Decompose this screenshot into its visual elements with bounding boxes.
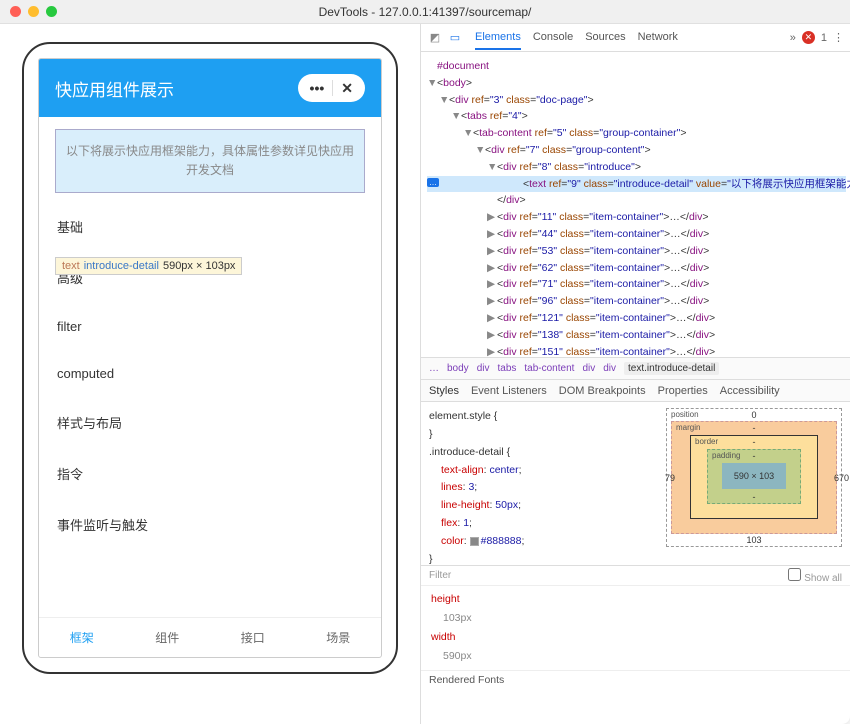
breadcrumb-item[interactable]: body (447, 363, 469, 374)
footer-tab[interactable]: 组件 (125, 618, 211, 657)
styles-tab-bar[interactable]: Styles Event Listeners DOM Breakpoints Prop… (421, 380, 850, 402)
breadcrumb-item[interactable]: div (603, 363, 616, 374)
list-item[interactable]: 样式与布局 (39, 397, 381, 448)
breadcrumb-item[interactable]: text.introduce-detail (624, 362, 719, 375)
settings-icon[interactable]: ⋮ (833, 31, 844, 44)
device-frame: 快应用组件展示 ••• ✕ 以下将展示快应用框架能力，具体属性参数详见快应用开发… (22, 42, 398, 674)
devtools-tab[interactable]: Network (638, 31, 678, 44)
devtools-toolbar: ◩ ▭ ElementsConsoleSourcesNetwork » ✕ 1 … (421, 24, 850, 52)
styles-tab[interactable]: Accessibility (720, 385, 780, 397)
footer-tab[interactable]: 接口 (210, 618, 296, 657)
list-item[interactable]: 基础 (39, 201, 381, 252)
footer-tab-bar: 框架组件接口场景 (39, 617, 381, 657)
window-title: DevTools - 127.0.0.1:41397/sourcemap/ (0, 5, 850, 19)
list-item[interactable]: 事件监听与触发 (39, 499, 381, 550)
styles-tab[interactable]: Properties (658, 385, 708, 397)
devtools-tab[interactable]: Console (533, 31, 573, 44)
introduce-detail-text: 以下将展示快应用框架能力，具体属性参数详见快应用开发文档 (55, 129, 365, 193)
inspect-tooltip: textintroduce-detail 590px × 103px (55, 257, 242, 275)
close-button[interactable]: ✕ (333, 80, 361, 97)
inspect-icon[interactable]: ◩ (427, 31, 443, 44)
more-tabs-icon[interactable]: » (790, 32, 796, 44)
devtools-tab[interactable]: Elements (475, 31, 521, 50)
filter-label[interactable]: Filter (429, 570, 451, 581)
more-button[interactable]: ••• (302, 80, 333, 96)
breadcrumb-item[interactable]: div (477, 363, 490, 374)
styles-tab[interactable]: DOM Breakpoints (559, 385, 646, 397)
breadcrumb-item[interactable]: tab-content (524, 363, 574, 374)
list-item[interactable]: filter (39, 303, 381, 350)
breadcrumb-bar[interactable]: …bodydivtabstab-contentdivdivtext.introd… (421, 358, 850, 380)
footer-tab[interactable]: 场景 (296, 618, 382, 657)
list-item[interactable]: 指令 (39, 448, 381, 499)
device-preview-pane: 快应用组件展示 ••• ✕ 以下将展示快应用框架能力，具体属性参数详见快应用开发… (0, 24, 420, 724)
styles-tab[interactable]: Event Listeners (471, 385, 547, 397)
rendered-fonts-label: Rendered Fonts (421, 670, 850, 689)
breadcrumb-item[interactable]: tabs (497, 363, 516, 374)
styles-tab[interactable]: Styles (429, 385, 459, 397)
breadcrumb-item[interactable]: … (429, 363, 439, 374)
css-rules-panel[interactable]: element.style { } .introduce-detail { te… (421, 402, 658, 565)
breadcrumb-item[interactable]: div (582, 363, 595, 374)
devtools-pane: ◩ ▭ ElementsConsoleSourcesNetwork » ✕ 1 … (420, 24, 850, 724)
box-model-panel: position 0 margin - border - padding - 5… (658, 402, 850, 565)
app-header: 快应用组件展示 ••• ✕ (39, 59, 381, 117)
computed-list[interactable]: height103pxwidth590px (421, 586, 850, 670)
dom-tree[interactable]: #document▼<body>▼<div ref="3" class="doc… (421, 52, 850, 358)
device-mode-icon[interactable]: ▭ (447, 31, 463, 44)
list-item[interactable]: computed (39, 350, 381, 397)
show-all-checkbox[interactable]: Show all (788, 568, 842, 584)
app-title: 快应用组件展示 (55, 76, 174, 101)
error-badge-icon[interactable]: ✕ (802, 31, 815, 44)
error-count: 1 (821, 32, 827, 44)
footer-tab[interactable]: 框架 (39, 618, 125, 657)
devtools-tab[interactable]: Sources (585, 31, 625, 44)
